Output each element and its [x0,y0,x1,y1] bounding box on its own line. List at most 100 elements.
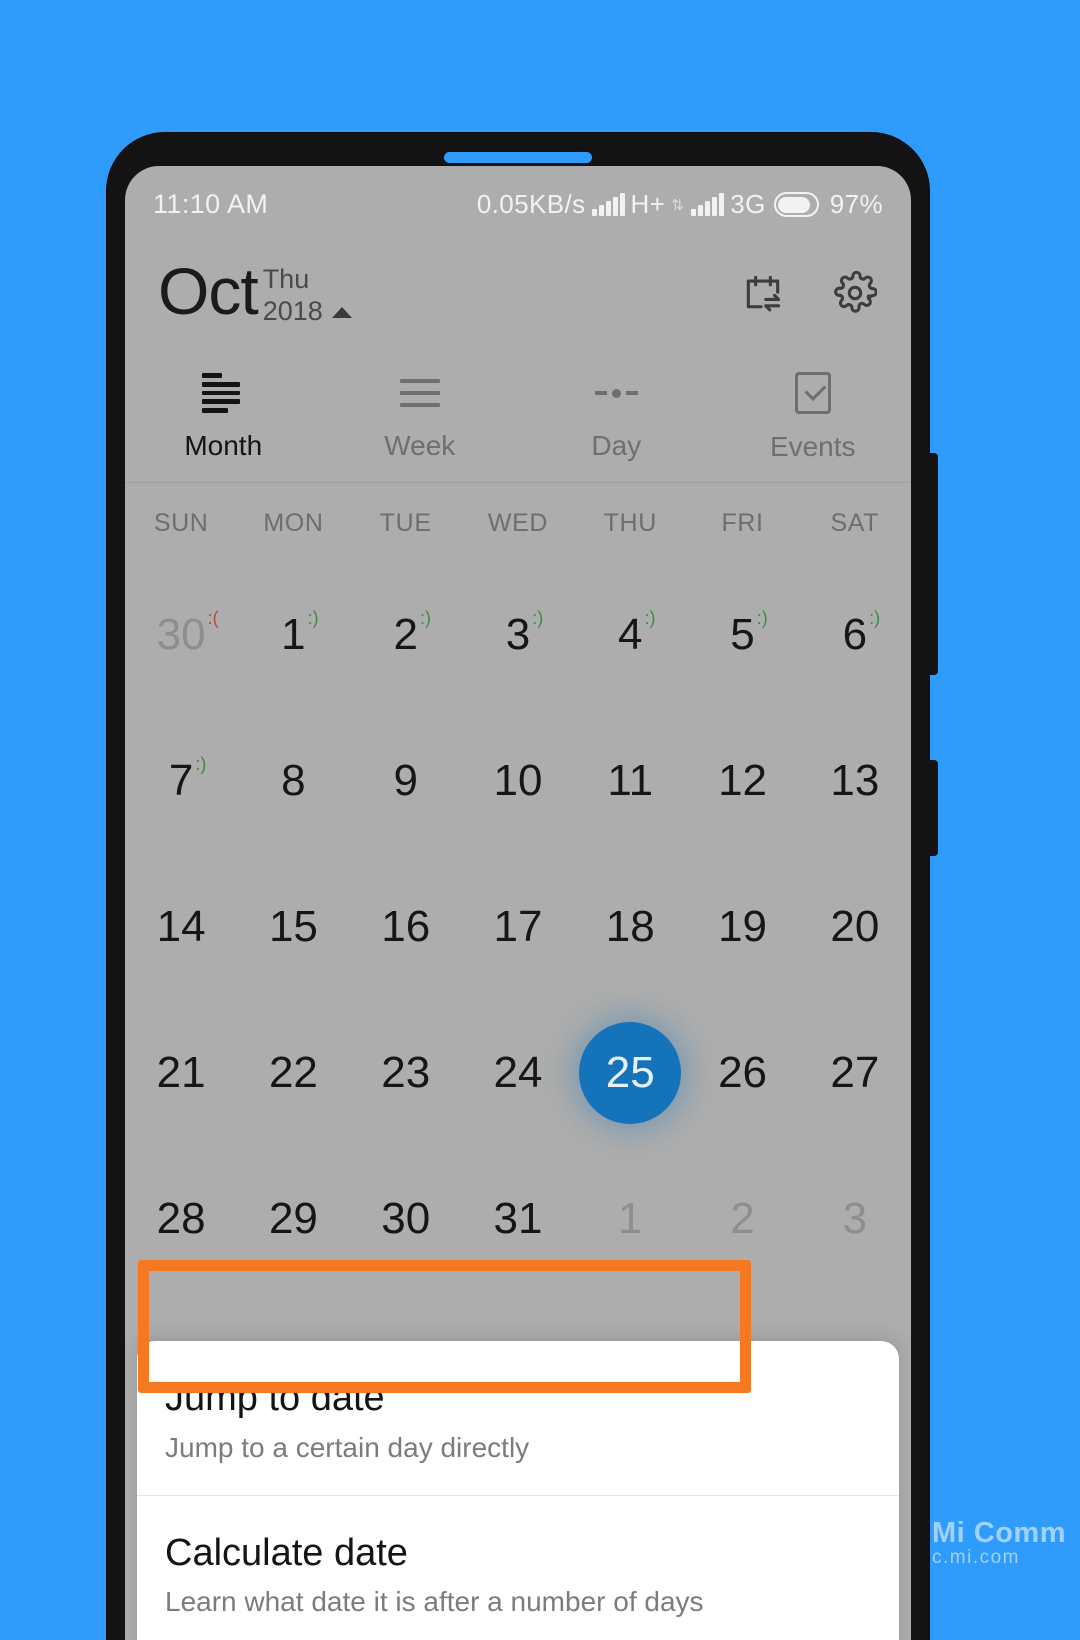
year-label: 2018 [262,296,323,326]
day-number: 27 [830,1048,880,1097]
day-number: 29 [268,1194,318,1243]
day-number: 9 [393,756,418,805]
day-cell[interactable]: 31 [462,1146,574,1292]
calendar-switch-icon[interactable] [741,271,785,315]
tab-day[interactable]: Day [518,353,715,482]
day-cell[interactable]: 4:) [574,562,686,708]
caret-up-icon[interactable] [331,306,352,318]
day-cell[interactable]: 23 [350,1000,462,1146]
sheet-item-subtitle: Jump to a certain day directly [165,1432,530,1464]
tab-events-label: Events [769,431,856,462]
day-view-icon [594,373,638,413]
calendar-grid: 30:(1:) 2:) 3:) 4:) 5:) 6:) 7:) 8 9 10 11 12 13 14 15 1… [125,562,911,1292]
day-cell[interactable]: 19 [686,854,798,1000]
weekday-cell: MON [263,508,324,537]
day-cell[interactable]: 26 [686,1000,798,1146]
day-number: 5:) [730,608,768,659]
signal-strength-icon-2 [691,192,725,216]
day-number: 30 [381,1194,431,1243]
settings-gear-icon[interactable] [833,271,877,315]
day-number: 23 [381,1048,431,1097]
day-number: 19 [718,902,768,951]
month-year-selector[interactable]: Oct Thu 2018 [158,258,352,328]
day-cell[interactable]: 1:) [237,562,349,708]
tab-week-label: Week [384,430,456,461]
day-cell[interactable]: 14 [125,854,237,1000]
day-cell[interactable]: 3:) [462,562,574,708]
day-number: 1 [618,1194,643,1243]
calendar-week-row: 7:) 8 9 10 11 12 13 [125,708,911,854]
day-number: 15 [268,902,318,951]
day-cell[interactable]: 7:) [125,708,237,854]
day-cell[interactable]: 12 [686,708,798,854]
sheet-item-title: Calculate date [165,1531,408,1574]
day-number: 25 [605,1048,655,1097]
day-cell[interactable]: 9 [350,708,462,854]
day-number: 16 [381,902,431,951]
day-cell[interactable]: 30 [350,1146,462,1292]
status-bar: 11:10 AM 0.05KB/s H+ ⇅ 3G 97% [125,166,911,233]
day-cell[interactable]: 28 [125,1146,237,1292]
day-number: 7:) [168,754,207,805]
day-cell[interactable]: 10 [462,708,574,854]
tab-events[interactable]: Events [715,353,912,482]
sheet-menu-item[interactable]: Calculate date Learn what date it is afte… [137,1494,899,1640]
day-cell[interactable]: 27 [799,1000,911,1146]
happy-face-marker: :) [307,608,319,628]
day-cell[interactable]: 22 [237,1000,349,1146]
tab-day-label: Day [591,430,642,461]
day-number: 3 [842,1194,868,1243]
watermark-main-text: Mi Comm [932,1516,1066,1549]
day-cell[interactable]: 16 [350,854,462,1000]
network-speed-label: 0.05KB/s [476,189,586,219]
status-bar-indicators: 0.05KB/s H+ ⇅ 3G 97% [477,189,883,220]
watermark: Mi Comm c.mi.com [932,1516,1066,1569]
date-subtitle: Thu 2018 [263,259,352,328]
volume-button[interactable] [928,453,938,675]
day-cell[interactable]: 20 [799,854,911,1000]
weekday-header-row: SUN MON TUE WED THU FRI SAT [125,484,911,562]
data-transfer-icon: ⇅ [671,196,685,214]
day-cell[interactable]: 6:) [799,562,911,708]
day-number: 14 [156,902,206,951]
happy-face-marker: :) [644,608,656,628]
day-cell[interactable]: 17 [462,854,574,1000]
day-cell[interactable]: 2 [686,1146,798,1292]
events-view-icon [794,372,831,414]
day-cell[interactable]: 21 [125,1000,237,1146]
sad-face-marker: :( [207,608,219,628]
watermark-sub-text: c.mi.com [932,1547,1020,1569]
header-actions [741,271,877,315]
day-cell[interactable]: 24 [462,1000,574,1146]
day-cell[interactable]: 25 [574,1000,686,1146]
day-number: 11 [607,756,654,805]
day-number: 31 [493,1194,543,1243]
day-cell[interactable]: 3 [799,1146,911,1292]
day-number: 21 [156,1048,206,1097]
day-number: 6:) [842,608,881,659]
calendar-week-row: 14 15 16 17 18 19 20 [125,854,911,1000]
day-number: 3:) [505,608,544,659]
day-cell[interactable]: 5:) [686,562,798,708]
tab-month[interactable]: Month [125,353,322,482]
bottom-sheet-menu: Jump to date Jump to a certain day direct… [137,1341,899,1640]
day-cell[interactable]: 18 [574,854,686,1000]
tab-week[interactable]: Week [322,353,519,482]
day-cell[interactable]: 15 [237,854,349,1000]
power-button[interactable] [928,760,938,856]
day-number: 10 [493,756,543,805]
day-cell[interactable]: 1 [574,1146,686,1292]
day-cell[interactable]: 29 [237,1146,349,1292]
day-cell[interactable]: 8 [237,708,349,854]
happy-face-marker: :) [419,608,431,628]
day-cell[interactable]: 11 [574,708,686,854]
day-number: 12 [718,756,768,805]
sheet-menu-item[interactable]: Jump to date Jump to a certain day direct… [137,1341,899,1494]
day-cell[interactable]: 2:) [350,562,462,708]
happy-face-marker: :) [756,608,768,628]
day-cell[interactable]: 13 [799,708,911,854]
day-cell[interactable]: 30:( [125,562,237,708]
calendar-week-row: 21 22 23 24 25 26 27 [125,1000,911,1146]
day-number: 2 [730,1194,755,1243]
weekday-cell: THU [603,508,657,537]
